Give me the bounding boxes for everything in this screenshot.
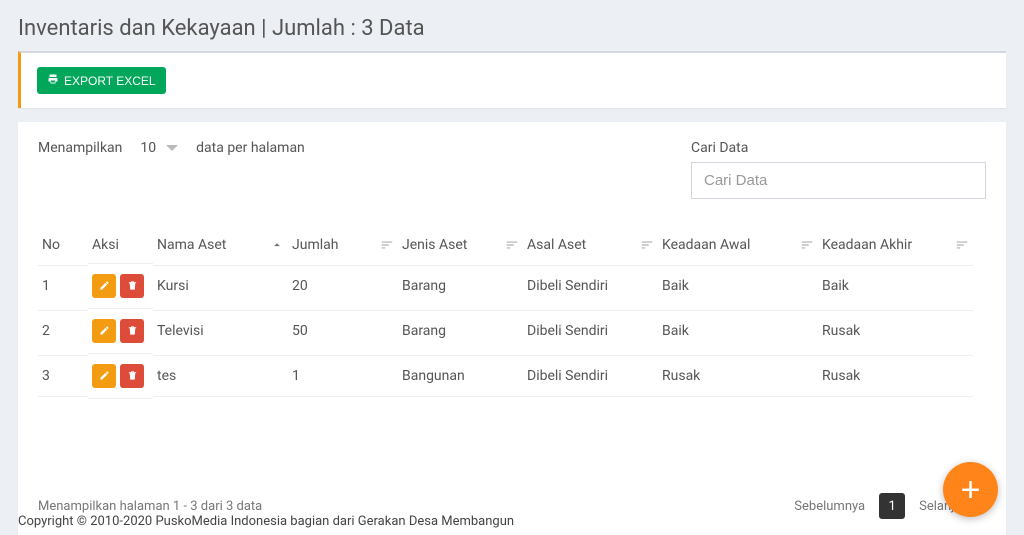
plus-icon: + [961,473,981,507]
export-excel-button[interactable]: EXPORT EXCEL [37,67,166,94]
trash-icon [127,324,138,339]
cell-jenis-aset: Barang [398,310,523,352]
delete-button[interactable] [120,319,144,343]
cell-no: 3 [38,355,88,397]
cell-nama-aset: Televisi [153,310,288,352]
cell-nama-aset: Kursi [153,265,288,307]
content-panel: Menampilkan 10 data per halaman Cari Dat… [18,122,1006,535]
cell-nama-aset: tes [153,355,288,397]
cell-keadaan-awal: Baik [658,265,818,307]
per-page-prefix: Menampilkan [38,140,122,156]
per-page-value: 10 [140,140,156,156]
chevron-down-icon [166,145,178,151]
cell-aksi [88,263,153,308]
cell-aksi [88,308,153,353]
export-panel: EXPORT EXCEL [18,51,1006,108]
col-keadaan-awal[interactable]: Keadaan Awal [658,227,818,263]
sort-asc-icon [270,238,284,252]
per-page-suffix: data per halaman [196,140,305,156]
search-input[interactable] [691,162,986,199]
pencil-icon [99,279,110,294]
cell-aksi [88,353,153,399]
trash-icon [127,369,138,384]
pencil-icon [99,324,110,339]
cell-asal-aset: Dibeli Sendiri [523,265,658,307]
pencil-icon [99,369,110,384]
prev-page[interactable]: Sebelumnya [794,499,865,514]
delete-button[interactable] [120,274,144,298]
table-controls: Menampilkan 10 data per halaman Cari Dat… [38,140,986,199]
edit-button[interactable] [92,364,116,388]
col-keadaan-akhir[interactable]: Keadaan Akhir [818,227,973,263]
print-icon [47,73,59,88]
col-aksi: Aksi [88,227,153,263]
cell-keadaan-awal: Baik [658,310,818,352]
edit-button[interactable] [92,274,116,298]
cell-jumlah: 20 [288,265,398,307]
current-page[interactable]: 1 [879,493,905,519]
table-info: Menampilkan halaman 1 - 3 dari 3 data [38,499,262,514]
page-title: Inventaris dan Kekayaan | Jumlah : 3 Dat… [0,0,1024,51]
col-asal-aset[interactable]: Asal Aset [523,227,658,263]
copyright: Copyright © 2010-2020 PuskoMedia Indones… [18,514,514,529]
col-jumlah[interactable]: Jumlah [288,227,398,263]
cell-jumlah: 50 [288,310,398,352]
cell-keadaan-awal: Rusak [658,355,818,397]
cell-asal-aset: Dibeli Sendiri [523,355,658,397]
cell-no: 1 [38,265,88,307]
col-nama-aset[interactable]: Nama Aset [153,227,288,263]
sort-icon [800,238,814,252]
cell-keadaan-akhir: Rusak [818,310,973,352]
cell-no: 2 [38,310,88,352]
add-button[interactable]: + [943,462,998,517]
search-label: Cari Data [691,140,986,156]
export-excel-label: EXPORT EXCEL [64,74,156,88]
trash-icon [127,279,138,294]
cell-jenis-aset: Barang [398,265,523,307]
cell-asal-aset: Dibeli Sendiri [523,310,658,352]
cell-jumlah: 1 [288,355,398,397]
col-jenis-aset[interactable]: Jenis Aset [398,227,523,263]
col-no: No [38,227,88,263]
sort-icon [955,238,969,252]
assets-table: No Aksi Nama Aset Jumlah Jenis Aset Asal… [38,227,986,399]
cell-keadaan-akhir: Rusak [818,355,973,397]
sort-icon [380,238,394,252]
sort-icon [505,238,519,252]
per-page-select[interactable]: 10 [136,140,182,156]
edit-button[interactable] [92,319,116,343]
cell-jenis-aset: Bangunan [398,355,523,397]
delete-button[interactable] [120,364,144,388]
cell-keadaan-akhir: Baik [818,265,973,307]
sort-icon [640,238,654,252]
